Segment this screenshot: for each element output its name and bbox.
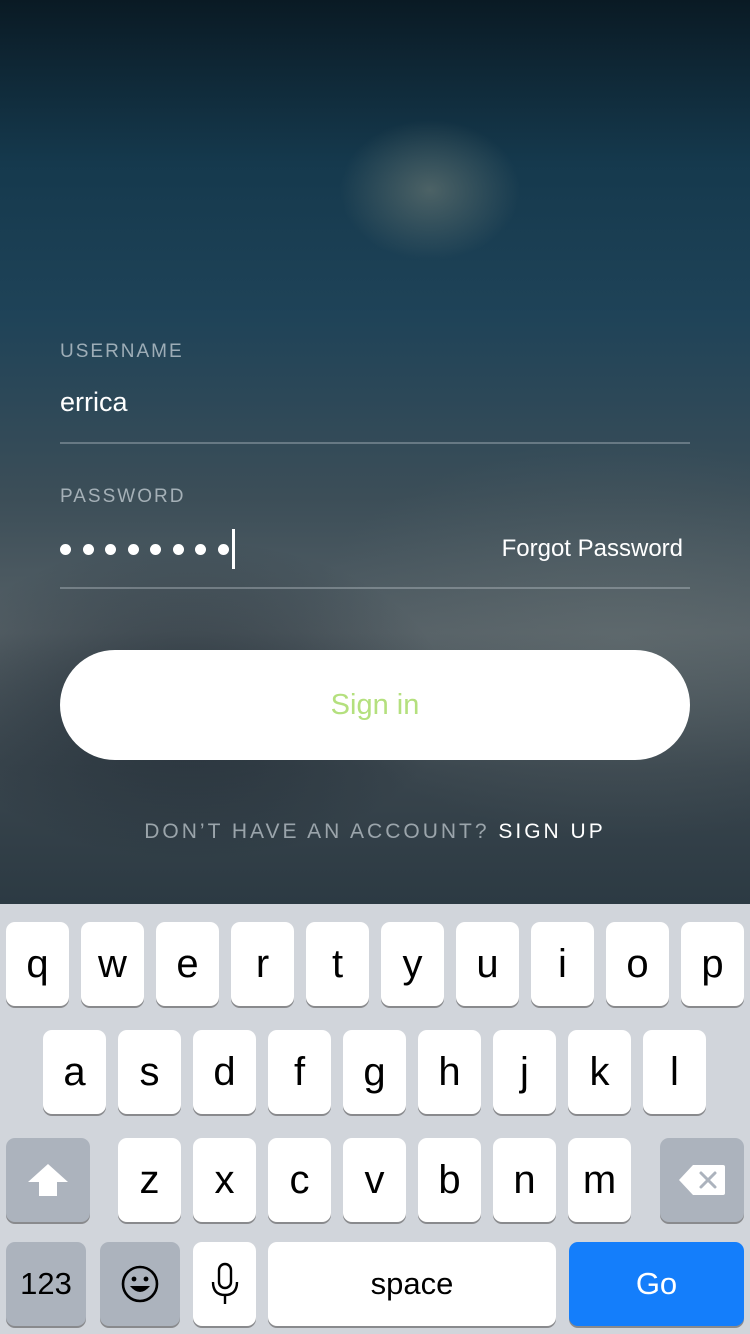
go-key[interactable]: Go: [569, 1242, 744, 1326]
signup-question: DON’T HAVE AN ACCOUNT?: [144, 820, 490, 843]
key-l[interactable]: l: [643, 1030, 706, 1114]
password-dot: [127, 543, 139, 555]
shift-key[interactable]: [6, 1138, 90, 1222]
key-j[interactable]: j: [493, 1030, 556, 1114]
dictation-key[interactable]: [193, 1242, 256, 1326]
key-n[interactable]: n: [493, 1138, 556, 1222]
key-m[interactable]: m: [568, 1138, 631, 1222]
key-w[interactable]: w: [81, 922, 144, 1006]
sign-in-button[interactable]: Sign in: [60, 650, 690, 760]
password-dot: [172, 543, 184, 555]
password-underline: [60, 587, 690, 589]
key-e[interactable]: e: [156, 922, 219, 1006]
delete-icon: [679, 1165, 725, 1195]
password-dot: [82, 543, 94, 555]
key-s[interactable]: s: [118, 1030, 181, 1114]
key-t[interactable]: t: [306, 922, 369, 1006]
password-label: PASSWORD: [60, 486, 186, 507]
key-x[interactable]: x: [193, 1138, 256, 1222]
forgot-password-link[interactable]: Forgot Password: [502, 535, 683, 563]
password-dot: [105, 543, 116, 555]
username-input[interactable]: errica: [60, 387, 128, 418]
background-image: [0, 0, 750, 904]
text-cursor: [232, 529, 235, 569]
password-dot: [60, 543, 71, 555]
key-f[interactable]: f: [268, 1030, 331, 1114]
key-z[interactable]: z: [118, 1138, 181, 1222]
emoji-key[interactable]: [100, 1242, 180, 1326]
password-dot: [195, 543, 206, 555]
key-i[interactable]: i: [531, 922, 594, 1006]
password-dot: [217, 543, 229, 555]
key-a[interactable]: a: [43, 1030, 106, 1114]
keyboard: q w e r t y u i o p a s d f g h j k l z …: [0, 904, 750, 1334]
key-g[interactable]: g: [343, 1030, 406, 1114]
key-r[interactable]: r: [231, 922, 294, 1006]
key-y[interactable]: y: [381, 922, 444, 1006]
microphone-icon: [211, 1262, 238, 1304]
key-u[interactable]: u: [456, 922, 519, 1006]
numbers-key[interactable]: 123: [6, 1242, 86, 1326]
key-d[interactable]: d: [193, 1030, 256, 1114]
password-dot: [150, 543, 161, 555]
password-input[interactable]: [60, 529, 235, 569]
key-k[interactable]: k: [568, 1030, 631, 1114]
key-v[interactable]: v: [343, 1138, 406, 1222]
sign-up-link[interactable]: SIGN UP: [498, 820, 605, 843]
delete-key[interactable]: [660, 1138, 744, 1222]
signup-prompt: DON’T HAVE AN ACCOUNT? SIGN UP: [0, 820, 750, 844]
username-label: USERNAME: [60, 341, 184, 362]
shift-icon: [28, 1164, 68, 1196]
key-c[interactable]: c: [268, 1138, 331, 1222]
key-p[interactable]: p: [681, 922, 744, 1006]
emoji-icon: [121, 1265, 159, 1303]
space-key[interactable]: space: [268, 1242, 556, 1326]
username-underline: [60, 442, 690, 444]
key-o[interactable]: o: [606, 922, 669, 1006]
key-q[interactable]: q: [6, 922, 69, 1006]
key-b[interactable]: b: [418, 1138, 481, 1222]
key-h[interactable]: h: [418, 1030, 481, 1114]
